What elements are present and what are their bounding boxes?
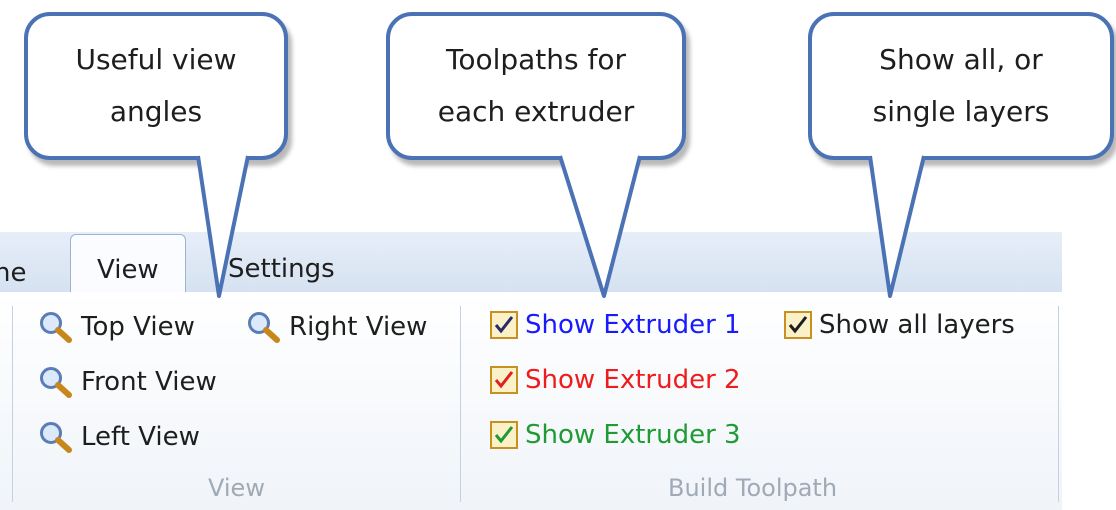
callout-pointers bbox=[196, 151, 926, 298]
